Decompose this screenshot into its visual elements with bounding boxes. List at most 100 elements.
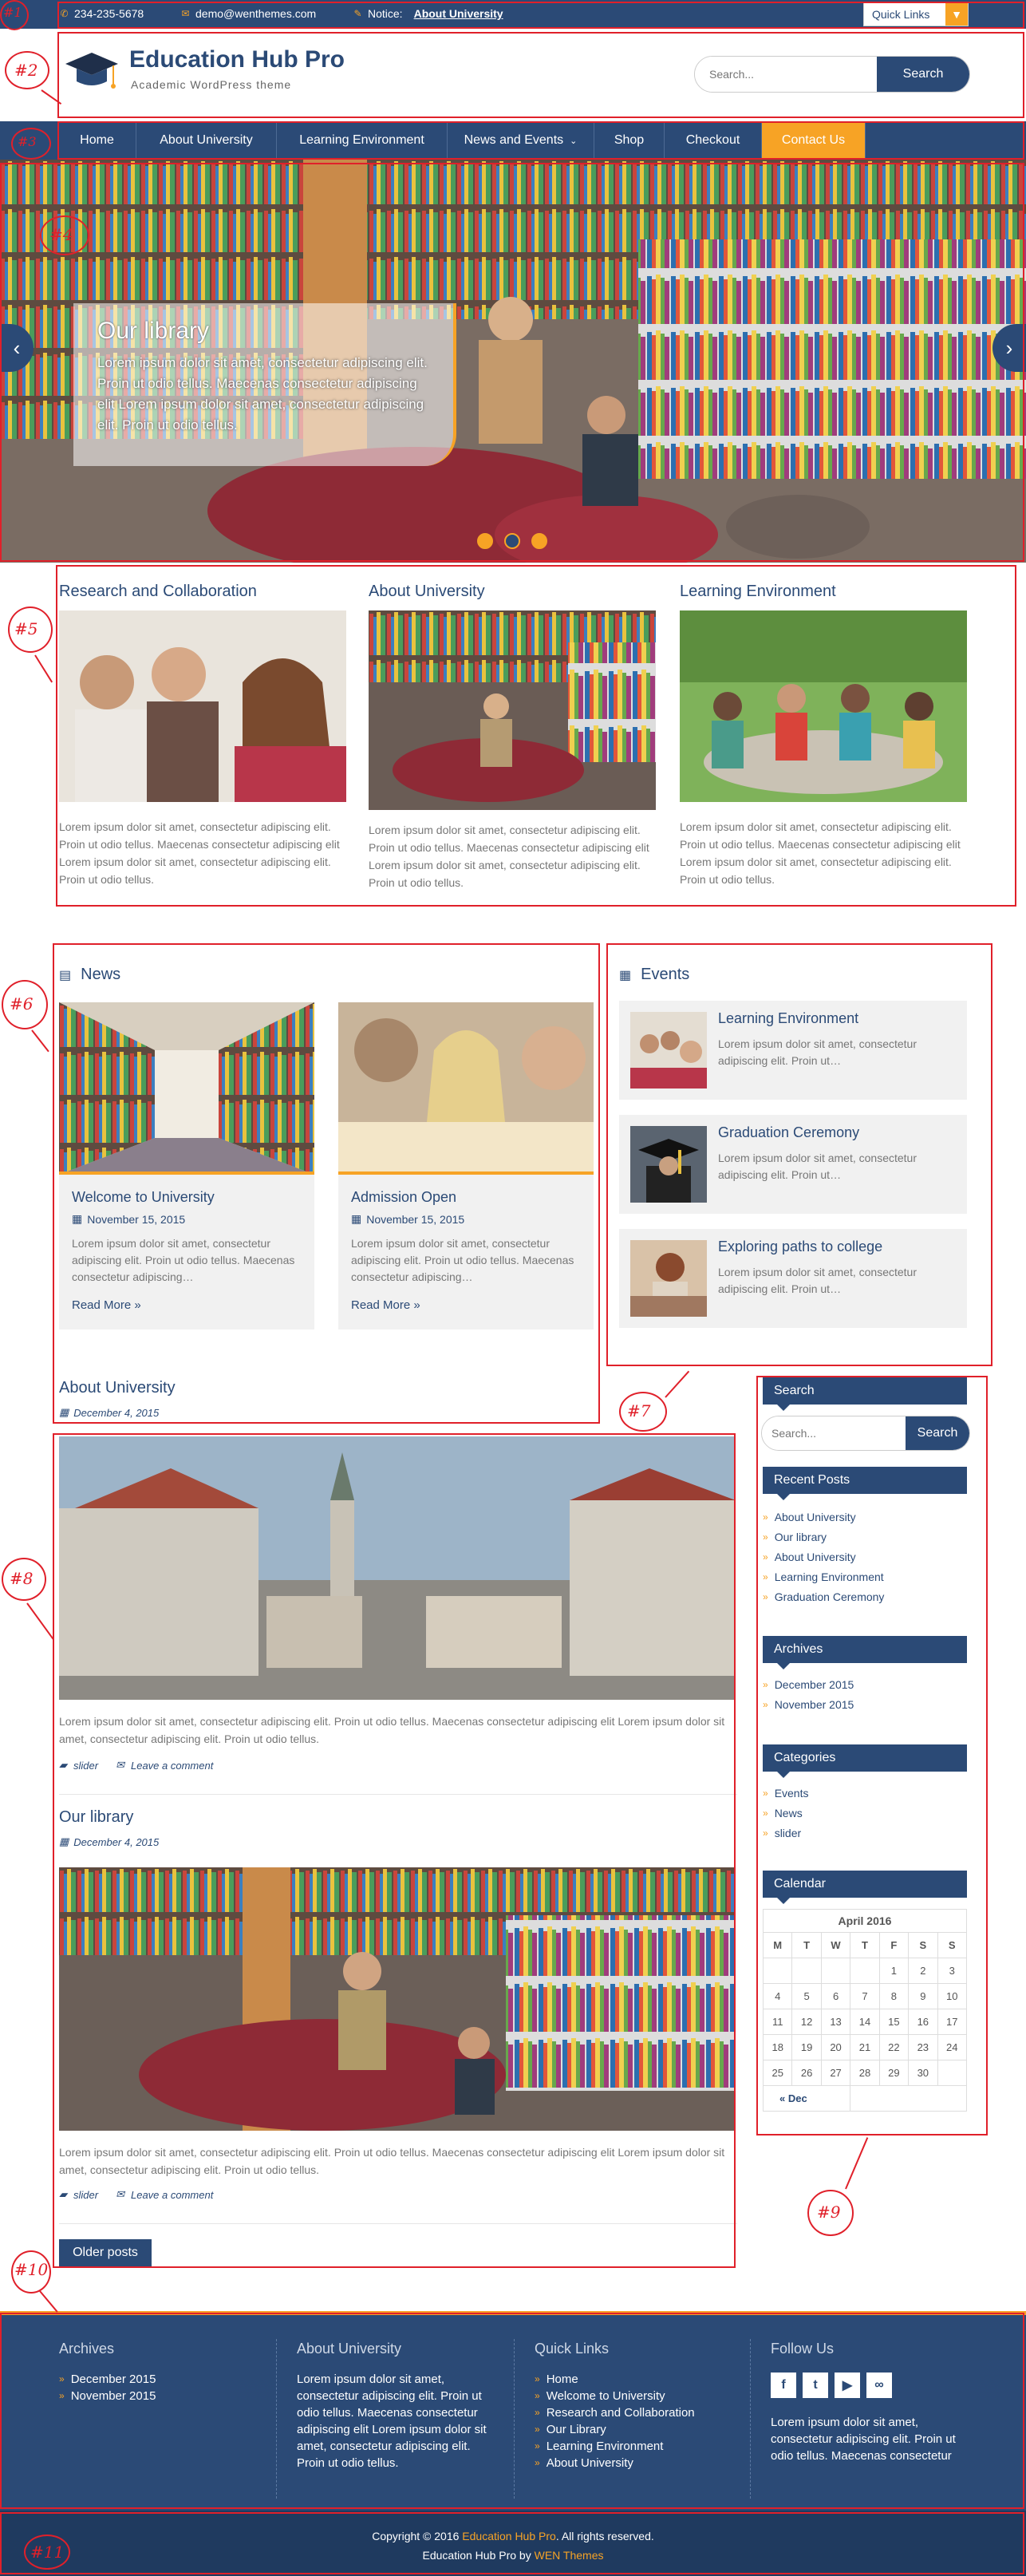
category-item[interactable]: » Events (763, 1783, 809, 1803)
event-title[interactable]: Graduation Ceremony (718, 1124, 859, 1141)
chevron-right-icon: » (535, 2390, 540, 2401)
nav-item-home[interactable]: Home (57, 121, 136, 160)
featured-title[interactable]: About University (369, 583, 656, 601)
sidebar-search-button[interactable]: Search (906, 1416, 969, 1450)
older-posts-button[interactable]: Older posts (59, 2239, 152, 2266)
weekday: M (762, 1932, 793, 1958)
footer-quick-item[interactable]: » Home (535, 2371, 695, 2388)
nav-item-learning-environment[interactable]: Learning Environment (276, 121, 447, 160)
recent-post-item[interactable]: » Learning Environment (763, 1567, 884, 1586)
footer-quick-item[interactable]: » Learning Environment (535, 2438, 695, 2455)
recent-post-item[interactable]: » About University (763, 1507, 884, 1527)
read-more-link[interactable]: Read More » (351, 1298, 581, 1312)
header-search-button[interactable]: Search (877, 57, 969, 92)
footer-quick-item[interactable]: » Welcome to University (535, 2388, 695, 2404)
post-title[interactable]: Our library (59, 1808, 133, 1827)
event-thumbnail[interactable] (630, 1012, 707, 1088)
calendar-day: 15 (878, 2009, 910, 2035)
outdoor-students-photo[interactable] (680, 610, 967, 802)
library-photo[interactable] (369, 610, 656, 810)
recent-post-item[interactable]: » About University (763, 1547, 884, 1567)
students-writing-photo[interactable] (338, 1002, 594, 1175)
calendar-day: 10 (937, 1983, 968, 2009)
nav-item-contact-us[interactable]: Contact Us (761, 121, 865, 160)
credit-link[interactable]: WEN Themes (535, 2549, 604, 2562)
event-thumbnail[interactable] (630, 1240, 707, 1317)
news-title[interactable]: Welcome to University (72, 1189, 302, 1206)
students-photo[interactable] (59, 610, 346, 802)
archive-item[interactable]: » November 2015 (763, 1694, 854, 1714)
leave-comment-link[interactable]: Leave a comment (131, 1760, 213, 1772)
post-category-link[interactable]: slider (73, 1760, 98, 1772)
annotation-arrow-7 (665, 1370, 690, 1398)
archive-label: December 2015 (774, 1677, 854, 1691)
event-thumbnail[interactable] (630, 1126, 707, 1203)
category-item[interactable]: » slider (763, 1823, 809, 1843)
footer-quick-label: Home (546, 2373, 578, 2386)
calendar-week: 18 19 20 21 22 23 24 (762, 2034, 968, 2060)
post-date: ▦ December 4, 2015 (59, 1835, 159, 1848)
footer-quick-title: Quick Links (535, 2341, 610, 2357)
slider-dot-2[interactable] (504, 533, 520, 549)
calendar-prev-link[interactable]: « Dec (762, 2085, 851, 2112)
link-icon[interactable]: ∞ (866, 2373, 892, 2398)
twitter-icon[interactable]: t (803, 2373, 828, 2398)
footer-archive-item[interactable]: » December 2015 (59, 2371, 156, 2388)
recent-post-item[interactable]: » Graduation Ceremony (763, 1586, 884, 1606)
calendar-day: 24 (937, 2034, 968, 2060)
youtube-icon[interactable]: ▶ (835, 2373, 860, 2398)
weekday: W (820, 1932, 851, 1958)
library-photo[interactable] (59, 1867, 736, 2131)
post-title[interactable]: About University (59, 1379, 176, 1397)
calendar-day: 25 (762, 2060, 793, 2086)
recent-post-item[interactable]: » Our library (763, 1527, 884, 1547)
notice-link[interactable]: About University (414, 7, 503, 20)
news-title[interactable]: Admission Open (351, 1189, 581, 1206)
copyright-site-link[interactable]: Education Hub Pro (462, 2530, 556, 2542)
facebook-icon[interactable]: f (771, 2373, 796, 2398)
event-title[interactable]: Learning Environment (718, 1010, 858, 1027)
chevron-right-icon: » (763, 1511, 768, 1523)
slider-dot-3[interactable] (531, 533, 547, 549)
footer-quick-item[interactable]: » About University (535, 2455, 695, 2471)
read-more-link[interactable]: Read More » (72, 1298, 302, 1312)
nav-item-checkout[interactable]: Checkout (664, 121, 761, 160)
slider-dot-1[interactable] (477, 533, 493, 549)
copyright-line: Copyright © 2016 Education Hub Pro. All … (0, 2511, 1026, 2542)
calendar-icon: ▦ (351, 1212, 362, 1225)
featured-title[interactable]: Learning Environment (680, 583, 967, 601)
bookshelf-aisle-photo[interactable] (59, 1002, 314, 1175)
featured-about: About University Lorem ipsum dolor sit a… (369, 583, 656, 891)
nav-item-news-and-events[interactable]: News and Events ⌄ (447, 121, 594, 160)
header-search-input[interactable] (695, 57, 877, 92)
weekday: T (791, 1932, 822, 1958)
nav-item-about-university[interactable]: About University (136, 121, 276, 160)
calendar-day (791, 1958, 822, 1984)
graduation-cap-logo[interactable] (62, 49, 121, 96)
news-card: Welcome to University ▦ November 15, 2015… (59, 1002, 314, 1329)
leave-comment-link[interactable]: Leave a comment (131, 2189, 213, 2201)
quick-links-dropdown[interactable]: Quick Links ▼ (863, 2, 969, 26)
category-item[interactable]: » News (763, 1803, 809, 1823)
slide-title[interactable]: Our library (97, 318, 209, 345)
event-title[interactable]: Exploring paths to college (718, 1239, 882, 1255)
nav-item-shop[interactable]: Shop (594, 121, 664, 160)
footer-quick-item[interactable]: » Research and Collaboration (535, 2404, 695, 2421)
categories-list: » Events » News » slider (763, 1783, 809, 1843)
copyright-bar: Copyright © 2016 Education Hub Pro. All … (0, 2511, 1026, 2576)
calendar-day: 4 (762, 1983, 793, 2009)
featured-title[interactable]: Research and Collaboration (59, 583, 346, 601)
email-info[interactable]: ✉ demo@wenthemes.com (180, 7, 316, 20)
university-buildings-photo[interactable] (59, 1436, 736, 1700)
post-category-link[interactable]: slider (73, 2189, 98, 2201)
archive-item[interactable]: » December 2015 (763, 1674, 854, 1694)
comment-icon: ✉ (116, 1759, 124, 1771)
footer-quick-item[interactable]: » Our Library (535, 2421, 695, 2438)
annotation-arrow-10 (39, 2290, 58, 2313)
site-title[interactable]: Education Hub Pro (129, 46, 345, 73)
sidebar-search-input[interactable] (762, 1416, 906, 1450)
email-text[interactable]: demo@wenthemes.com (195, 7, 316, 20)
featured-text: Lorem ipsum dolor sit amet, consectetur … (680, 820, 961, 886)
footer-archive-item[interactable]: » November 2015 (59, 2388, 156, 2404)
annotation-label-8: #8 (10, 1569, 34, 1588)
